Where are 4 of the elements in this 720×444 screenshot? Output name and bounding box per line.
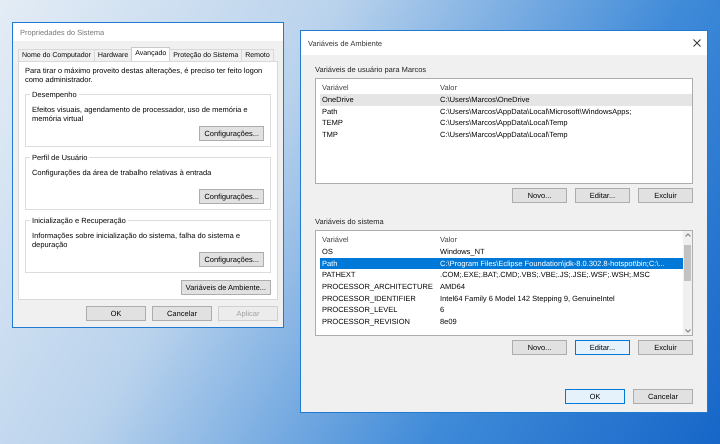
scrollbar[interactable] <box>683 231 692 335</box>
close-icon[interactable] <box>693 39 701 47</box>
scroll-down-icon[interactable] <box>684 329 690 333</box>
scroll-up-icon[interactable] <box>684 233 690 237</box>
